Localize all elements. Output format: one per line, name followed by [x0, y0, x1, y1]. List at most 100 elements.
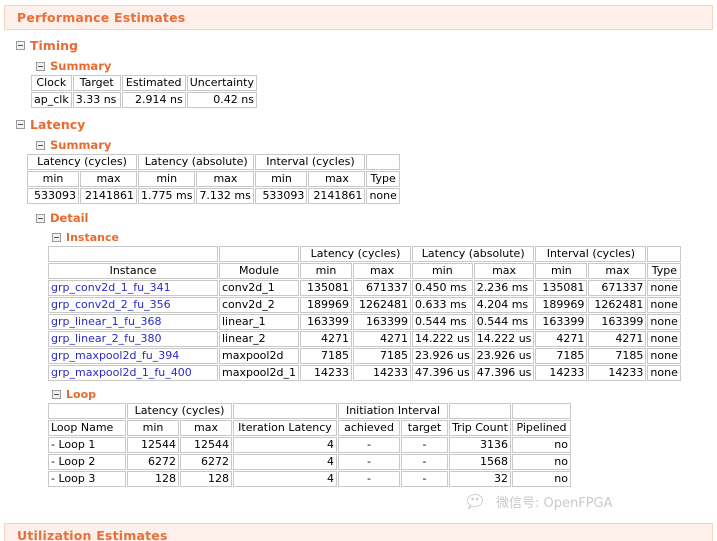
- group-blank-module: [219, 246, 299, 262]
- tree-node-latency-label: Latency: [30, 117, 86, 132]
- col-int-cycles-max: max: [588, 263, 647, 279]
- instance-link[interactable]: grp_conv2d_2_fu_356: [51, 298, 171, 311]
- col-module: Module: [219, 263, 299, 279]
- group-blank: [366, 154, 400, 170]
- cell-int-cycles-max: 4271: [588, 331, 647, 347]
- instance-link[interactable]: grp_maxpool2d_fu_394: [51, 349, 179, 362]
- instance-link[interactable]: grp_linear_1_fu_368: [51, 315, 161, 328]
- cell-lat-abs-max: 0.544 ms: [473, 314, 535, 330]
- cell-module: conv2d_1: [219, 280, 299, 296]
- table-row: grp_maxpool2d_1_fu_400 maxpool2d_1 14233…: [48, 365, 682, 381]
- instance-link[interactable]: grp_linear_2_fu_380: [51, 332, 161, 345]
- col-lat-abs-min: min: [412, 263, 473, 279]
- cell-lat-abs-max: 2.236 ms: [473, 280, 535, 296]
- collapse-icon[interactable]: [16, 41, 25, 50]
- cell-int-cycles-max: 163399: [588, 314, 647, 330]
- cell-instance[interactable]: grp_conv2d_2_fu_356: [48, 297, 218, 313]
- cell-pipelined: no: [512, 437, 571, 453]
- tree-node-timing-summary[interactable]: Summary: [36, 59, 717, 73]
- col-iteration-latency: Iteration Latency: [233, 420, 337, 436]
- cell-module: maxpool2d: [219, 348, 299, 364]
- instance-detail-table: Latency (cycles) Latency (absolute) Inte…: [47, 245, 682, 382]
- cell-target: 3.33 ns: [72, 92, 121, 108]
- latency-summary-table: Latency (cycles) Latency (absolute) Inte…: [26, 153, 401, 205]
- collapse-icon[interactable]: [16, 120, 25, 129]
- collapse-icon[interactable]: [36, 61, 45, 71]
- col-int-cycles-min: min: [535, 263, 588, 279]
- cell-int-cycles-min: 4271: [535, 331, 588, 347]
- cell-trip-count: 3136: [449, 437, 511, 453]
- cell-lat-cycles-max: 4271: [353, 331, 411, 347]
- performance-estimates-header: Performance Estimates: [4, 5, 713, 30]
- cell-int-cycles-min: 163399: [535, 314, 588, 330]
- cell-pipelined: no: [512, 454, 571, 470]
- cell-lat-cycles-max: 163399: [353, 314, 411, 330]
- col-target: Target: [72, 75, 121, 91]
- loop-detail-table: Latency (cycles) Initiation Interval Loo…: [47, 402, 572, 488]
- cell-ii-target: -: [401, 471, 448, 487]
- cell-instance[interactable]: grp_maxpool2d_fu_394: [48, 348, 218, 364]
- collapse-icon[interactable]: [52, 233, 61, 242]
- cell-module: maxpool2d_1: [219, 365, 299, 381]
- group-blank-iteration: [233, 403, 337, 419]
- cell-trip-count: 1568: [449, 454, 511, 470]
- cell-lat-min: 6272: [127, 454, 179, 470]
- cell-lat-abs-max: 14.222 us: [473, 331, 535, 347]
- cell-type: none: [647, 314, 682, 330]
- cell-instance[interactable]: grp_linear_1_fu_368: [48, 314, 218, 330]
- wechat-logo-icon: [466, 493, 492, 511]
- cell-lat-cycles-max: 671337: [353, 280, 411, 296]
- table-row: - Loop 2 6272 6272 4 - - 1568 no: [48, 454, 571, 470]
- tree-node-instance[interactable]: Instance: [52, 231, 717, 244]
- instance-link[interactable]: grp_maxpool2d_1_fu_400: [51, 366, 192, 379]
- table-row: grp_linear_2_fu_380 linear_2 4271 4271 1…: [48, 331, 682, 347]
- tree-node-timing-summary-label: Summary: [50, 59, 112, 73]
- tree-node-detail[interactable]: Detail: [36, 211, 717, 225]
- tree-node-latency-summary[interactable]: Summary: [36, 138, 717, 152]
- cell-ii-achieved: -: [338, 471, 400, 487]
- cell-lat-max: 12544: [180, 437, 232, 453]
- cell-clock: ap_clk: [31, 92, 72, 108]
- col-lat-max: max: [180, 420, 232, 436]
- tree-node-timing-label: Timing: [30, 38, 78, 53]
- col-lat-abs-max: max: [473, 263, 535, 279]
- cell-loop-name: - Loop 1: [48, 437, 126, 453]
- collapse-icon[interactable]: [36, 213, 45, 223]
- group-blank-instance: [48, 246, 218, 262]
- col-int-cycles-min: min: [255, 171, 308, 187]
- cell-instance[interactable]: grp_linear_2_fu_380: [48, 331, 218, 347]
- table-header-row: Instance Module min max min max min max …: [48, 263, 682, 279]
- table-group-header-row: Latency (cycles) Initiation Interval: [48, 403, 571, 419]
- table-header-row: Clock Target Estimated Uncertainty: [31, 75, 257, 91]
- cell-int-cycles-max: 1262481: [588, 297, 647, 313]
- cell-lat-abs-max: 47.396 us: [473, 365, 535, 381]
- cell-instance[interactable]: grp_maxpool2d_1_fu_400: [48, 365, 218, 381]
- cell-lat-min: 12544: [127, 437, 179, 453]
- collapse-icon[interactable]: [52, 390, 61, 399]
- table-row: - Loop 1 12544 12544 4 - - 3136 no: [48, 437, 571, 453]
- col-type: Type: [366, 171, 400, 187]
- tree-node-loop-label: Loop: [66, 388, 96, 401]
- table-group-header-row: Latency (cycles) Latency (absolute) Inte…: [27, 154, 400, 170]
- cell-lat-cycles-min: 14233: [300, 365, 352, 381]
- tree-node-loop[interactable]: Loop: [52, 388, 717, 401]
- group-blank-pipelined: [512, 403, 571, 419]
- cell-iteration-latency: 4: [233, 471, 337, 487]
- cell-type: none: [647, 348, 682, 364]
- cell-instance[interactable]: grp_conv2d_1_fu_341: [48, 280, 218, 296]
- cell-iteration-latency: 4: [233, 437, 337, 453]
- collapse-icon[interactable]: [36, 140, 45, 150]
- col-lat-cycles-max: max: [353, 263, 411, 279]
- cell-ii-achieved: -: [338, 454, 400, 470]
- cell-int-cycles-min: 14233: [535, 365, 588, 381]
- cell-type: none: [647, 365, 682, 381]
- cell-int-cycles-min: 7185: [535, 348, 588, 364]
- tree-node-latency[interactable]: Latency: [16, 117, 717, 132]
- cell-lat-cycles-min: 135081: [300, 280, 352, 296]
- tree-node-timing[interactable]: Timing: [16, 38, 717, 53]
- col-type: Type: [647, 263, 682, 279]
- instance-link[interactable]: grp_conv2d_1_fu_341: [51, 281, 171, 294]
- tree-node-latency-summary-label: Summary: [50, 138, 112, 152]
- cell-lat-cycles-min: 7185: [300, 348, 352, 364]
- utilization-estimates-header: Utilization Estimates: [4, 523, 713, 541]
